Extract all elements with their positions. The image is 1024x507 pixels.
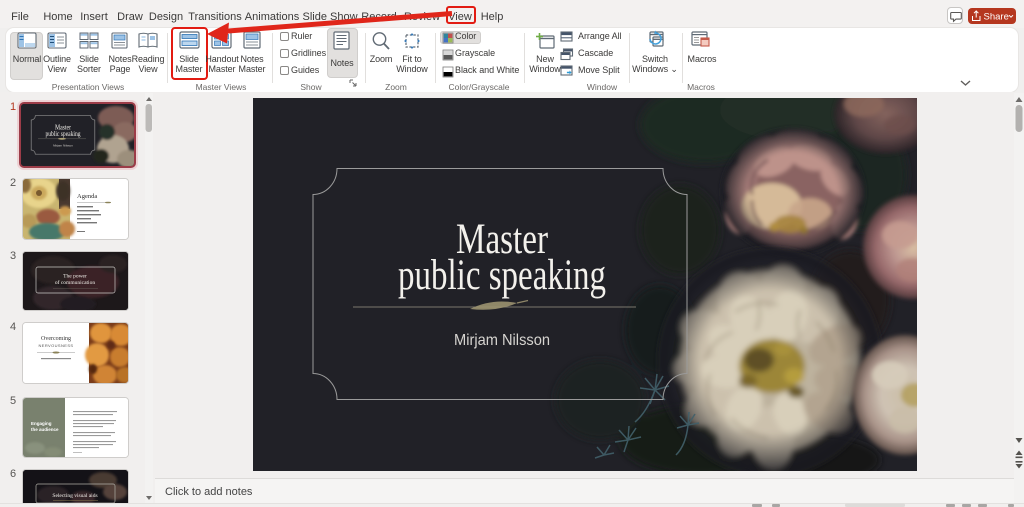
svg-text:Selecting visual aids: Selecting visual aids: [52, 493, 97, 499]
svg-text:public speaking: public speaking: [398, 252, 606, 299]
svg-text:Mirjam Nilsson: Mirjam Nilsson: [53, 144, 73, 148]
svg-text:The power: The power: [63, 274, 87, 280]
svg-text:Share: Share: [984, 12, 1009, 23]
svg-text:public speaking: public speaking: [46, 130, 81, 138]
svg-text:of communication: of communication: [55, 279, 95, 286]
svg-text:Agenda: Agenda: [77, 193, 97, 200]
svg-text:the audience: the audience: [31, 427, 59, 432]
svg-text:Mirjam Nilsson: Mirjam Nilsson: [454, 332, 550, 349]
svg-text:Engaging: Engaging: [31, 421, 52, 426]
svg-text:Overcoming: Overcoming: [41, 336, 71, 342]
svg-text:NERVOUSNESS: NERVOUSNESS: [38, 343, 73, 348]
